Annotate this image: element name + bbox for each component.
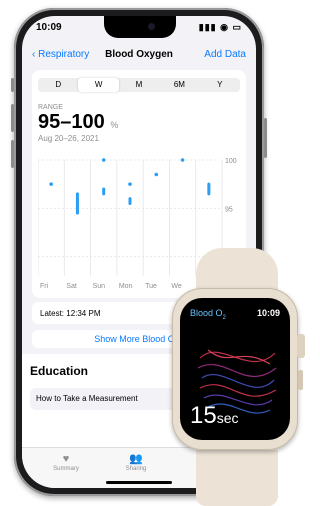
segment-year[interactable]: Y bbox=[200, 78, 240, 92]
range-value: 95–100 % bbox=[38, 111, 118, 134]
data-point bbox=[49, 182, 53, 186]
watch-time: 10:09 bbox=[256, 308, 280, 318]
y-tick-label: 100 bbox=[225, 158, 237, 165]
data-point bbox=[101, 158, 106, 162]
status-icons: ▮▮▮ ◉ ▭ bbox=[198, 22, 242, 32]
mute-switch bbox=[11, 78, 14, 92]
home-indicator bbox=[106, 481, 172, 484]
watch-title-text: Blood O bbox=[190, 308, 223, 318]
latest-label: Latest: 12:34 PM bbox=[40, 309, 101, 318]
add-data-button[interactable]: Add Data bbox=[204, 49, 246, 60]
status-time: 10:09 bbox=[36, 22, 62, 33]
segment-week[interactable]: W bbox=[78, 78, 119, 92]
apple-watch: Blood O2 10:09 15sec bbox=[170, 248, 305, 506]
x-tick-label: Fri bbox=[40, 283, 49, 290]
education-heading: Education bbox=[30, 364, 89, 378]
watch-side-button[interactable] bbox=[298, 370, 303, 390]
data-point bbox=[154, 172, 159, 177]
segment-6-months[interactable]: 6M bbox=[159, 78, 199, 92]
watch-band-bottom bbox=[196, 450, 278, 506]
range-label: RANGE bbox=[38, 104, 63, 111]
watch-count-value: 15 bbox=[190, 402, 217, 429]
side-button bbox=[264, 118, 267, 158]
watch-count-unit: sec bbox=[216, 410, 239, 426]
tab-summary[interactable]: ♥ Summary bbox=[36, 452, 96, 472]
time-range-segmented-control: D W M 6M Y bbox=[38, 78, 240, 92]
watch-title-sub: 2 bbox=[222, 314, 226, 321]
x-tick-label: Tue bbox=[145, 283, 157, 290]
data-point bbox=[128, 182, 132, 186]
y-tick-label: 95 bbox=[225, 206, 233, 213]
watch-title: Blood O2 bbox=[190, 308, 226, 321]
x-tick-label: Sat bbox=[66, 283, 77, 290]
x-tick-label: Sun bbox=[93, 283, 106, 290]
segment-day[interactable]: D bbox=[38, 78, 78, 92]
heart-icon: ♥ bbox=[62, 453, 70, 465]
people-icon: 👥 bbox=[129, 453, 143, 465]
navigation-bar: ‹ Respiratory Blood Oxygen Add Data bbox=[22, 46, 256, 66]
range-number: 95–100 bbox=[38, 111, 105, 133]
range-unit: % bbox=[110, 120, 119, 130]
watch-countdown: 15sec bbox=[190, 402, 239, 430]
volume-down-button bbox=[11, 140, 14, 168]
tab-summary-label: Summary bbox=[53, 466, 79, 472]
segment-month[interactable]: M bbox=[119, 78, 159, 92]
volume-up-button bbox=[11, 104, 14, 132]
status-bar: 10:09 ▮▮▮ ◉ ▭ bbox=[36, 22, 242, 36]
x-tick-label: Mon bbox=[119, 283, 133, 290]
watch-screen: Blood O2 10:09 15sec bbox=[180, 298, 290, 440]
range-date: Aug 20–26, 2021 bbox=[38, 134, 99, 143]
data-point bbox=[180, 158, 185, 162]
tab-sharing[interactable]: 👥 Sharing bbox=[106, 452, 166, 472]
tab-sharing-label: Sharing bbox=[125, 466, 147, 472]
education-item-label: How to Take a Measurement bbox=[36, 394, 138, 403]
digital-crown[interactable] bbox=[297, 334, 305, 358]
